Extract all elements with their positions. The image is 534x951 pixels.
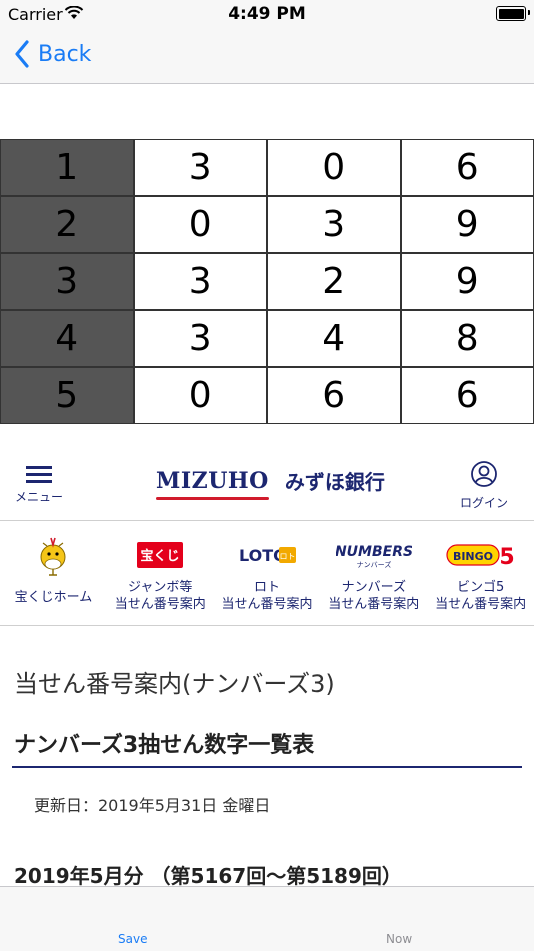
row-index-cell: 1: [0, 139, 134, 196]
back-label: Back: [38, 42, 91, 67]
section-divider: [12, 766, 522, 768]
lottery-nav-item-bingo5[interactable]: BINGO 5 ビンゴ5 当せん番号案内: [427, 521, 534, 625]
battery-icon: [496, 6, 526, 21]
lottery-nav-item-jumbo[interactable]: 宝くじ ジャンボ等 当せん番号案内: [107, 521, 214, 625]
lottery-nav-label-line2: 当せん番号案内: [427, 596, 534, 613]
row-index-cell: 3: [0, 253, 134, 310]
lottery-nav-label-line1: ロト: [214, 579, 321, 596]
hamburger-icon: [26, 464, 52, 484]
section-title: ナンバーズ3抽せん数字一覧表: [14, 727, 314, 759]
lottery-nav-item-home[interactable]: 宝くじホーム: [0, 521, 107, 625]
page-title: 当せん番号案内(ナンバーズ3): [14, 664, 335, 699]
loto-logo-icon: LOTO ロト: [237, 542, 297, 568]
row-index-cell: 5: [0, 367, 134, 424]
digit-cell[interactable]: 3: [267, 196, 401, 253]
digit-cell[interactable]: 3: [134, 310, 268, 367]
login-button[interactable]: ログイン: [456, 460, 512, 511]
lottery-nav-item-numbers[interactable]: NUMBERS ナンバーズ ナンバーズ 当せん番号案内: [320, 521, 427, 625]
takarakuji-logo-icon: 宝くじ: [137, 542, 183, 568]
status-bar: Carrier 4:49 PM: [0, 0, 534, 28]
numbers-logo-icon: NUMBERS ナンバーズ: [336, 540, 412, 570]
logo-text-jp: みずほ銀行: [285, 466, 385, 495]
logo-text: 宝くじ: [141, 548, 180, 564]
lottery-nav-item-loto[interactable]: LOTO ロト ロト 当せん番号案内: [214, 521, 321, 625]
menu-button[interactable]: メニュー: [12, 462, 66, 512]
digit-cell[interactable]: 9: [401, 253, 534, 310]
login-label: ログイン: [456, 494, 512, 511]
lottery-nav-label-line2: 当せん番号案内: [320, 596, 427, 613]
grid-row: 1 3 0 6: [0, 139, 534, 196]
lottery-nav-label: ナンバーズ 当せん番号案内: [320, 579, 427, 613]
tab-bar: Save Now: [0, 886, 534, 951]
digit-cell[interactable]: 6: [267, 367, 401, 424]
lottery-nav-label-line2: 当せん番号案内: [214, 596, 321, 613]
digit-cell[interactable]: 3: [134, 139, 268, 196]
mizuho-logo[interactable]: MIZUHO みずほ銀行: [156, 466, 385, 495]
grid-row: 2 0 3 9: [0, 196, 534, 253]
user-icon: [470, 460, 498, 488]
menu-label: メニュー: [12, 488, 66, 505]
logo-text: BINGO: [453, 550, 493, 563]
chevron-left-icon: [14, 40, 30, 68]
lottery-nav-label: 宝くじホーム: [0, 589, 107, 606]
logo-sub-text: ナンバーズ: [356, 560, 391, 569]
back-button[interactable]: Back: [14, 38, 91, 70]
clock: 4:49 PM: [0, 4, 534, 24]
tab-now[interactable]: Now: [386, 932, 412, 946]
grid-row: 3 3 2 9: [0, 253, 534, 310]
digit-cell[interactable]: 0: [267, 139, 401, 196]
digit-cell[interactable]: 4: [267, 310, 401, 367]
logo-text-en: MIZUHO: [156, 468, 269, 494]
digit-cell[interactable]: 8: [401, 310, 534, 367]
row-index-cell: 4: [0, 310, 134, 367]
grid-row: 4 3 4 8: [0, 310, 534, 367]
number-grid: 1 3 0 6 2 0 3 9 3 3 2 9 4 3 4 8 5 0 6 6: [0, 139, 534, 424]
digit-cell[interactable]: 6: [401, 367, 534, 424]
lottery-nav-label-line1: ナンバーズ: [320, 579, 427, 596]
digit-cell[interactable]: 9: [401, 196, 534, 253]
month-title: 2019年5月分 （第5167回〜第5189回）: [14, 860, 402, 889]
lottery-nav-label-line1: ビンゴ5: [427, 579, 534, 596]
mascot-icon: [34, 533, 72, 577]
tab-save[interactable]: Save: [118, 932, 147, 946]
bingo5-logo-icon: BINGO 5: [446, 540, 516, 570]
lottery-nav-label: ビンゴ5 当せん番号案内: [427, 579, 534, 613]
web-header: メニュー MIZUHO みずほ銀行 ログイン: [0, 452, 534, 521]
lottery-nav-label-line2: 当せん番号案内: [107, 596, 214, 613]
lottery-nav-label: ロト 当せん番号案内: [214, 579, 321, 613]
logo-sub-text: ロト: [279, 552, 295, 561]
updated-date: 更新日：2019年5月31日 金曜日: [34, 792, 270, 816]
lottery-nav-label-line1: ジャンボ等: [107, 579, 214, 596]
row-index-cell: 2: [0, 196, 134, 253]
lottery-nav: 宝くじホーム 宝くじ ジャンボ等 当せん番号案内 LOTO ロト ロト 当せん番…: [0, 521, 534, 626]
navigation-bar: Back: [0, 28, 534, 84]
grid-row: 5 0 6 6: [0, 367, 534, 424]
logo-num-text: 5: [499, 545, 514, 570]
lottery-nav-label: ジャンボ等 当せん番号案内: [107, 579, 214, 613]
digit-cell[interactable]: 0: [134, 367, 268, 424]
digit-cell[interactable]: 6: [401, 139, 534, 196]
digit-cell[interactable]: 3: [134, 253, 268, 310]
digit-cell[interactable]: 0: [134, 196, 268, 253]
logo-text: NUMBERS: [336, 544, 412, 560]
digit-cell[interactable]: 2: [267, 253, 401, 310]
